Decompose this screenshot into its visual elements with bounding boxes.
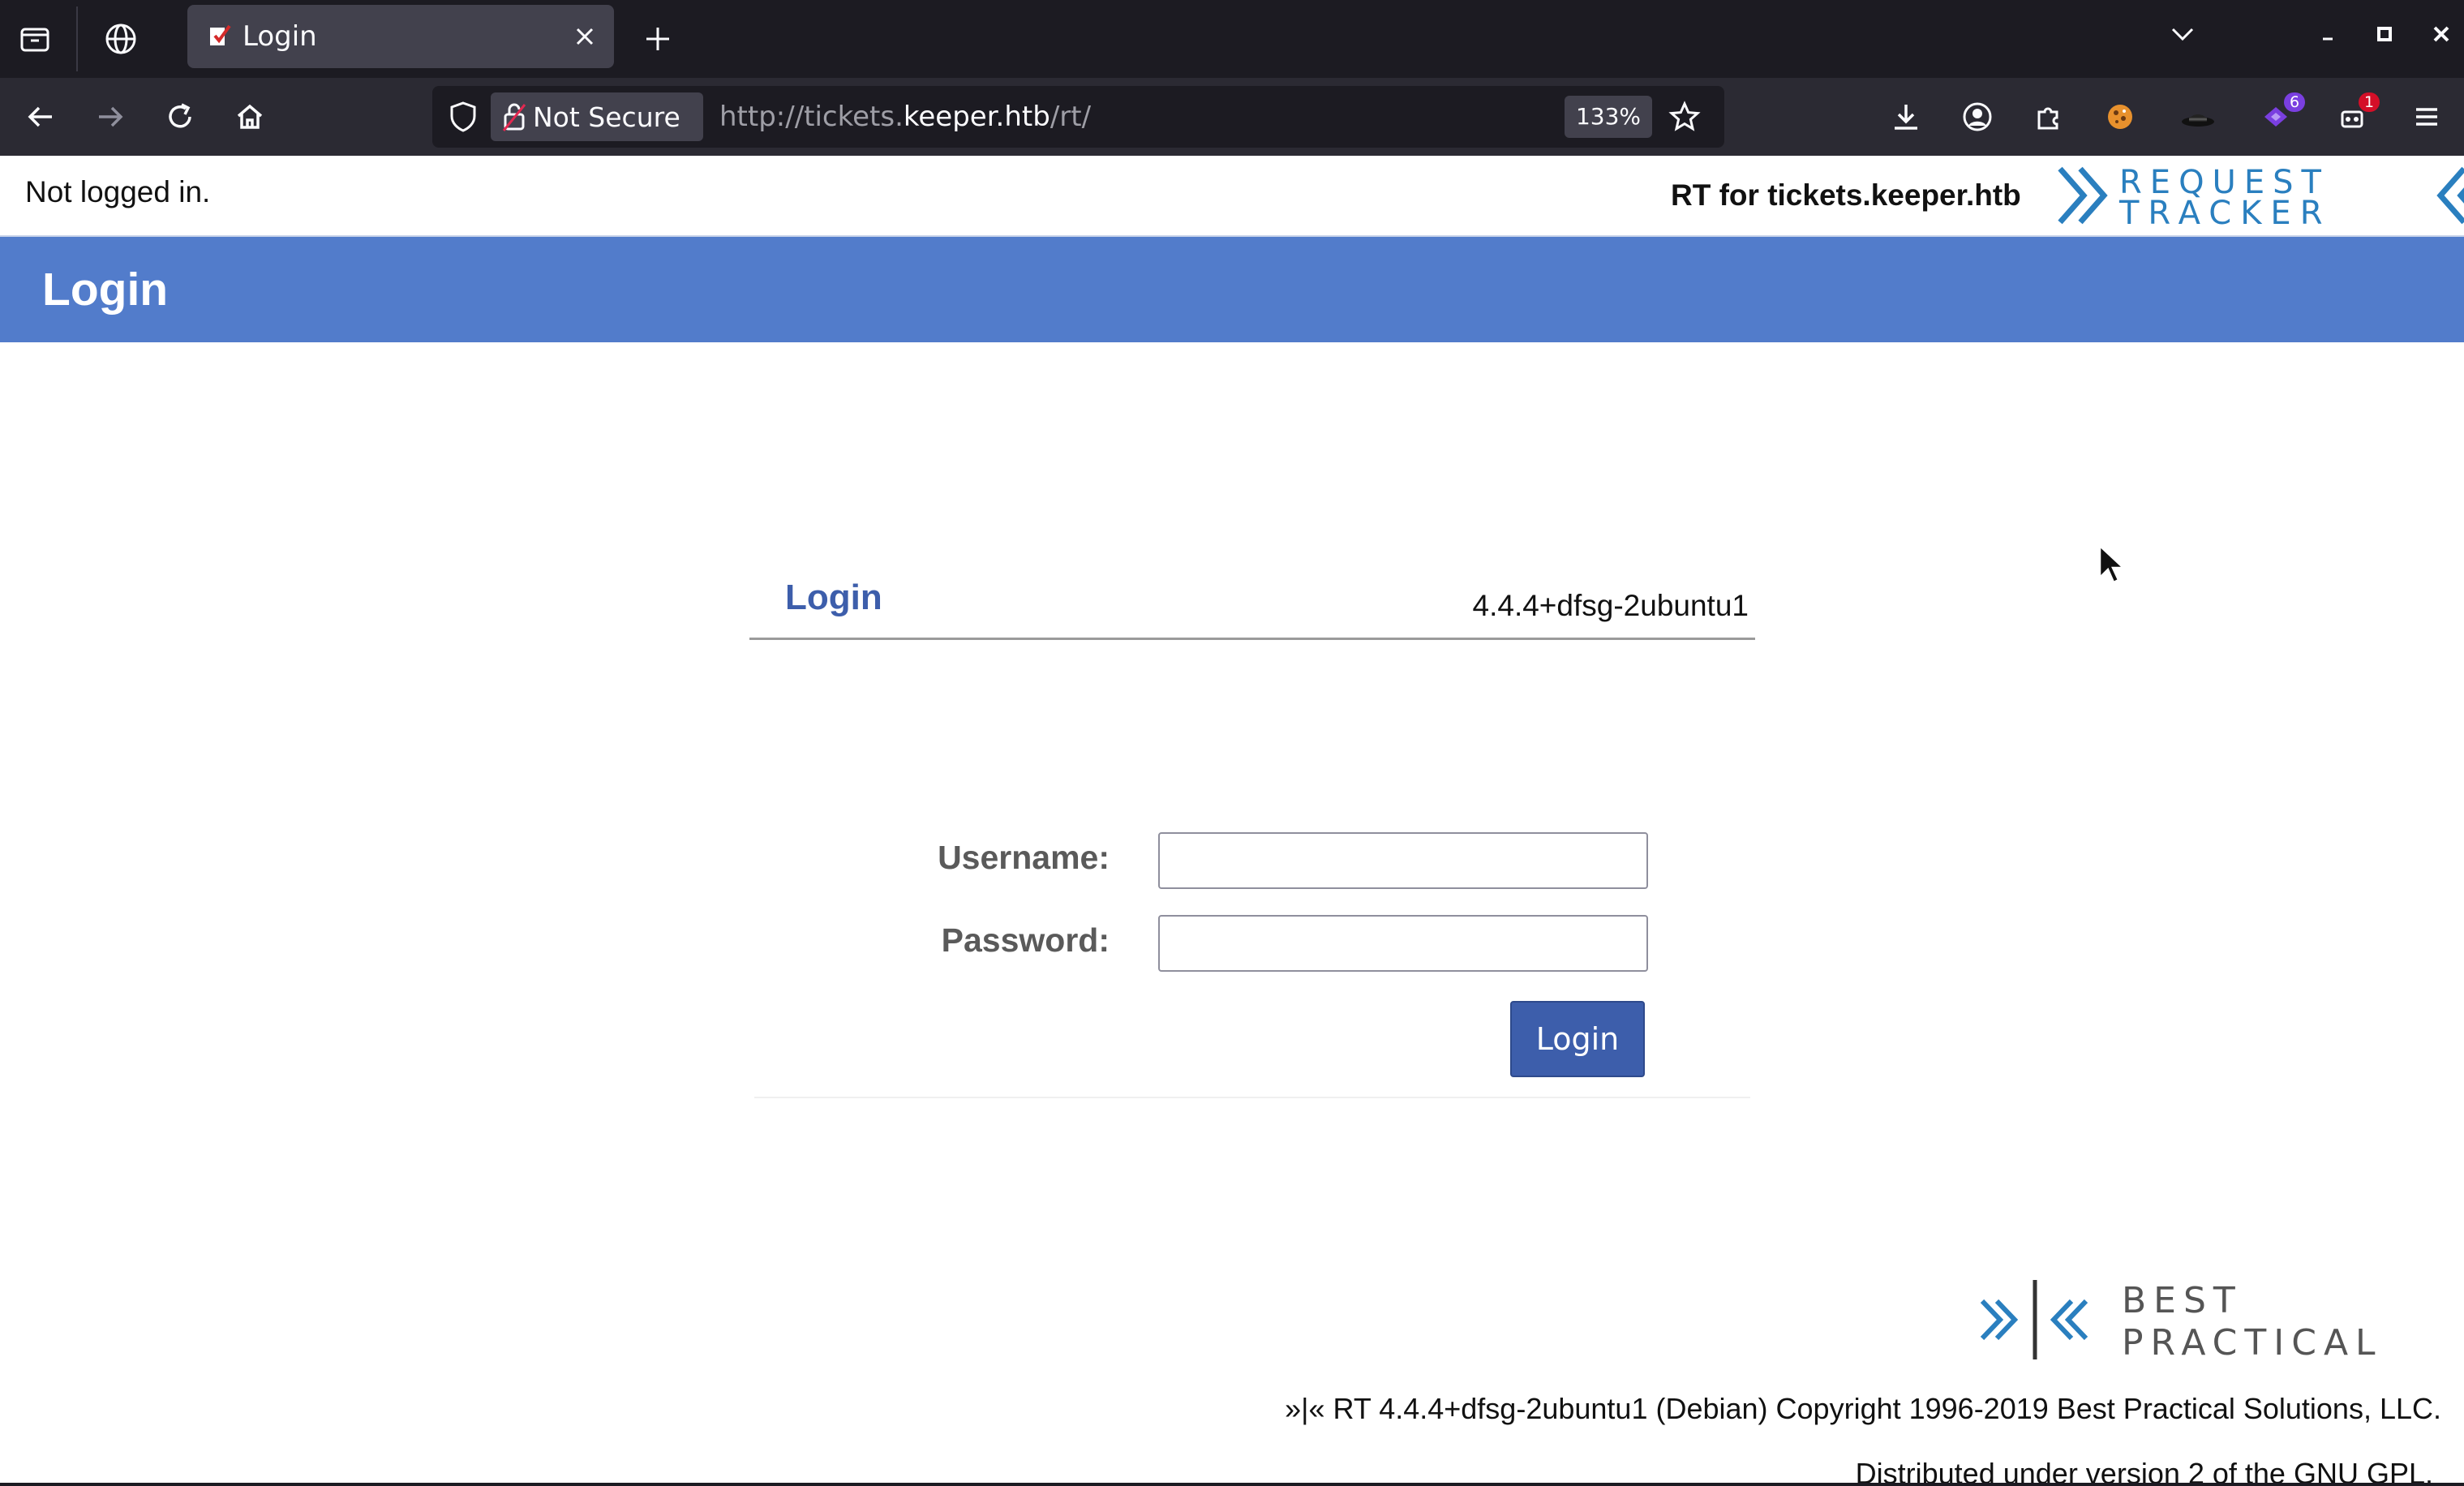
logo-text-best: BEST (2122, 1280, 2243, 1321)
browser-tab-bar: Login (0, 0, 2464, 78)
rt-page: Not logged in. RT for tickets.keeper.htb… (0, 156, 2464, 1486)
minimize-window-icon[interactable] (2299, 0, 2356, 68)
menu-hamburger-icon[interactable] (2396, 86, 2458, 148)
site-title: RT for tickets.keeper.htb (1671, 178, 2021, 212)
zoom-level-indicator[interactable]: 133% (1565, 96, 1652, 138)
purple-extension-icon[interactable]: 6 (2245, 86, 2307, 148)
url-text[interactable]: http://tickets.keeper.htb/rt/ (719, 86, 1091, 148)
browser-toolbar: Not Secure http://tickets.keeper.htb/rt/… (0, 78, 2464, 156)
extensions-puzzle-icon[interactable] (2018, 86, 2080, 148)
login-form: Login 4.4.4+dfsg-2ubuntu1 Username: Pass… (749, 578, 1755, 1100)
tab-separator (76, 6, 78, 71)
login-button[interactable]: Login (1510, 1001, 1645, 1077)
tab-overview-icon[interactable] (0, 0, 70, 78)
logo-text-tracker: TRACKER (2118, 195, 2332, 229)
globe-icon[interactable] (86, 0, 156, 78)
username-input[interactable] (1158, 832, 1648, 889)
best-practical-logo[interactable]: BEST PRACTICAL (1976, 1273, 2440, 1366)
list-tabs-chevron-icon[interactable] (2154, 0, 2211, 68)
extension-badge-count: 6 (2284, 92, 2305, 112)
hat-extension-icon[interactable] (2167, 86, 2229, 148)
request-tracker-logo[interactable]: REQUEST TRACKER (2056, 162, 2464, 229)
extension-badge-count: 1 (2359, 92, 2380, 112)
address-bar[interactable]: Not Secure http://tickets.keeper.htb/rt/… (432, 86, 1724, 148)
broken-lock-icon (502, 103, 526, 131)
cookie-extension-icon[interactable] (2089, 86, 2151, 148)
page-title: Login (42, 264, 169, 316)
form-title-divider (749, 638, 1755, 640)
username-label: Username: (938, 839, 1110, 876)
logo-text-practical: PRACTICAL (2122, 1322, 2383, 1364)
page-title-bar: Login (0, 235, 2464, 342)
maximize-window-icon[interactable] (2356, 0, 2413, 68)
copyright-text: »|« RT 4.4.4+dfsg-2ubuntu1 (Debian) Copy… (1285, 1392, 2441, 1425)
login-form-title: Login (785, 578, 882, 617)
url-prefix: http://tickets. (719, 101, 904, 133)
downloads-icon[interactable] (1875, 86, 1937, 148)
close-tab-icon[interactable] (569, 20, 601, 53)
forward-icon[interactable] (79, 86, 141, 148)
url-path: /rt/ (1050, 101, 1092, 133)
password-input[interactable] (1158, 915, 1648, 972)
close-window-icon[interactable] (2413, 0, 2464, 68)
login-status: Not logged in. (25, 175, 211, 208)
page-bottom-edge (0, 1483, 2464, 1486)
rt-header: Not logged in. RT for tickets.keeper.htb… (0, 156, 2464, 235)
form-bottom-border (754, 1097, 1750, 1098)
rt-version: 4.4.4+dfsg-2ubuntu1 (1472, 589, 1749, 622)
new-tab-icon[interactable] (623, 0, 693, 78)
not-secure-label: Not Secure (533, 101, 680, 133)
notification-extension-icon[interactable]: 1 (2321, 86, 2383, 148)
password-label: Password: (941, 921, 1110, 959)
license-text: Distributed under version 2 of the GNU G… (1855, 1457, 2433, 1486)
tab-title: Login (243, 20, 317, 53)
back-icon[interactable] (10, 86, 71, 148)
rt-favicon-icon (210, 24, 231, 45)
reload-icon[interactable] (149, 86, 211, 148)
url-domain: keeper.htb (903, 101, 1050, 133)
tab-login[interactable]: Login (187, 5, 614, 68)
bookmark-star-icon[interactable] (1665, 97, 1704, 136)
tracking-protection-shield-icon[interactable] (444, 97, 483, 136)
home-icon[interactable] (219, 86, 281, 148)
account-icon[interactable] (1947, 86, 2008, 148)
mouse-cursor-icon (2098, 543, 2125, 584)
not-secure-indicator[interactable]: Not Secure (491, 92, 703, 141)
